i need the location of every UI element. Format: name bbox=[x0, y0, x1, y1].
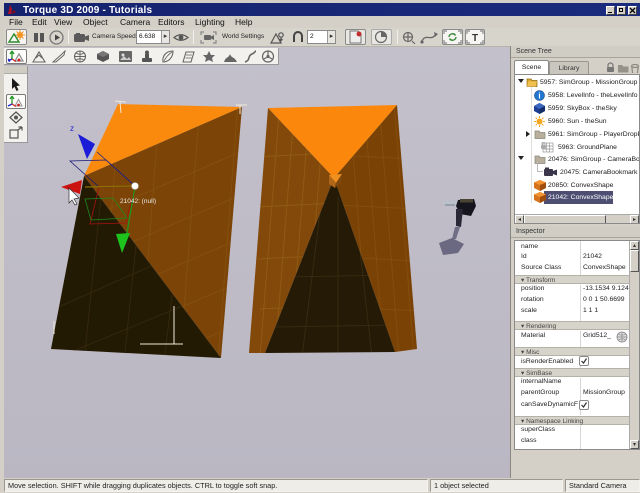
svg-text:T: T bbox=[472, 33, 478, 44]
svg-text:i: i bbox=[538, 91, 540, 100]
svg-text:z: z bbox=[70, 124, 74, 133]
svg-text:21042: (null): 21042: (null) bbox=[120, 198, 156, 205]
